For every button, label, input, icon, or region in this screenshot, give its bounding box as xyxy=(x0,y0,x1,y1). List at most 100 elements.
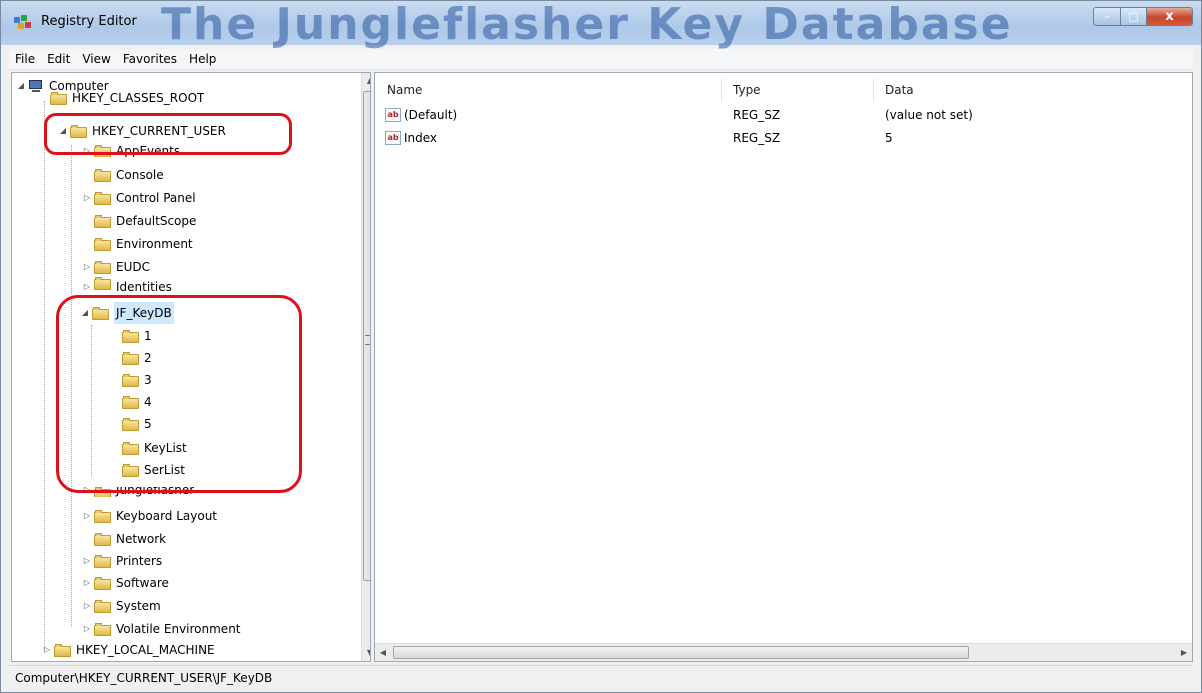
tree-node-hkey-classes-root[interactable]: HKEY_CLASSES_ROOT xyxy=(50,91,204,105)
folder-icon xyxy=(94,599,111,613)
tree-node-label: HKEY_CLASSES_ROOT xyxy=(72,91,205,105)
tree-node-label: Keyboard Layout xyxy=(116,509,218,523)
value-type: REG_SZ xyxy=(733,131,781,145)
tree-node-label: EUDC xyxy=(116,260,150,274)
expand-arrow-icon[interactable]: ▷ xyxy=(82,595,92,617)
highlight-box-jf-keydb xyxy=(56,295,302,493)
tree-vertical-scrollbar[interactable]: ▲ ▼ xyxy=(361,73,370,661)
menu-help[interactable]: Help xyxy=(189,52,216,66)
menu-file[interactable]: File xyxy=(15,52,35,66)
collapse-arrow-icon[interactable]: ◢ xyxy=(16,75,26,97)
folder-icon xyxy=(94,168,111,182)
expand-arrow-icon[interactable]: ▷ xyxy=(42,639,52,661)
column-divider[interactable] xyxy=(873,79,874,101)
tree-node-volatile-environment[interactable]: ▷ Volatile Environment xyxy=(82,618,241,640)
tree-node-system[interactable]: ▷ System xyxy=(82,595,161,617)
tree-node-hkey-local-machine[interactable]: ▷ HKEY_LOCAL_MACHINE xyxy=(42,639,215,661)
tree-node-label: Control Panel xyxy=(116,191,196,205)
tree-node-console[interactable]: Console xyxy=(94,164,164,186)
tree-node-environment[interactable]: Environment xyxy=(94,233,193,255)
folder-icon xyxy=(94,237,111,251)
scroll-down-arrow-icon[interactable]: ▼ xyxy=(362,645,370,661)
tree-node-label: Identities xyxy=(116,280,172,293)
value-name: Index xyxy=(404,131,438,145)
maximize-button[interactable]: □ xyxy=(1121,7,1147,26)
close-button[interactable]: x xyxy=(1147,7,1193,26)
folder-icon xyxy=(94,576,111,590)
scroll-up-arrow-icon[interactable]: ▲ xyxy=(362,73,370,89)
folder-icon xyxy=(50,91,67,105)
scroll-grip-icon xyxy=(365,335,370,345)
folder-icon xyxy=(94,191,111,205)
expand-arrow-icon[interactable]: ▷ xyxy=(82,277,92,293)
status-bar: Computer\HKEY_CURRENT_USER\JF_KeyDB xyxy=(9,665,1193,689)
tree-node-eudc[interactable]: ▷ EUDC xyxy=(82,256,150,278)
value-type: REG_SZ xyxy=(733,108,781,122)
highlight-box-hkey-current-user xyxy=(44,113,292,155)
close-icon: x xyxy=(1165,9,1174,24)
expand-arrow-icon[interactable]: ▷ xyxy=(82,505,92,527)
expand-arrow-icon[interactable]: ▷ xyxy=(82,256,92,278)
value-data: (value not set) xyxy=(885,108,973,122)
column-header-data[interactable]: Data xyxy=(885,83,914,97)
registry-app-icon xyxy=(14,15,31,29)
tree-node-identities[interactable]: ▷ Identities xyxy=(82,277,172,293)
menu-bar: File Edit View Favorites Help xyxy=(9,49,1193,70)
value-name: (Default) xyxy=(404,108,458,122)
tree-node-network[interactable]: Network xyxy=(94,528,166,550)
menu-favorites[interactable]: Favorites xyxy=(123,52,177,66)
key-tree-pane[interactable]: ◢ Computer HKEY_CLASSES_ROOT ◢ HKEY_CURR… xyxy=(11,72,371,662)
minimize-button[interactable]: – xyxy=(1093,7,1121,26)
tree-node-label: HKEY_LOCAL_MACHINE xyxy=(76,643,215,657)
menu-edit[interactable]: Edit xyxy=(47,52,70,66)
column-divider[interactable] xyxy=(721,79,722,101)
list-item[interactable]: ab Index REG_SZ 5 xyxy=(385,128,1175,148)
tree-node-label: Volatile Environment xyxy=(116,622,241,636)
list-horizontal-scrollbar[interactable]: ◀ ▶ xyxy=(375,643,1192,661)
scrollbar-thumb[interactable] xyxy=(393,646,969,659)
window-controls: – □ x xyxy=(1093,7,1193,27)
folder-icon xyxy=(94,622,111,636)
expand-arrow-icon[interactable]: ▷ xyxy=(82,572,92,594)
expand-arrow-icon[interactable]: ▷ xyxy=(82,618,92,640)
status-path: Computer\HKEY_CURRENT_USER\JF_KeyDB xyxy=(15,671,273,685)
values-list-pane[interactable]: Name Type Data ab (Default) REG_SZ (valu… xyxy=(374,72,1193,662)
folder-icon xyxy=(94,277,111,290)
title-bar[interactable]: Registry Editor The Jungleflasher Key Da… xyxy=(1,0,1201,50)
string-value-icon: ab xyxy=(385,131,401,145)
tree-node-printers[interactable]: ▷ Printers xyxy=(82,550,162,572)
registry-editor-window: Registry Editor The Jungleflasher Key Da… xyxy=(0,0,1202,693)
tree-node-defaultscope[interactable]: DefaultScope xyxy=(94,210,196,232)
tree-node-software[interactable]: ▷ Software xyxy=(82,572,169,594)
maximize-icon: □ xyxy=(1128,10,1139,23)
folder-icon xyxy=(94,532,111,546)
tree-guide-line xyxy=(44,101,45,651)
tree-node-label: Printers xyxy=(116,554,163,568)
minimize-icon: – xyxy=(1104,10,1110,23)
folder-icon xyxy=(94,554,111,568)
menu-view[interactable]: View xyxy=(82,52,110,66)
tree-node-label: System xyxy=(116,599,161,613)
folder-icon xyxy=(94,260,111,274)
scroll-left-arrow-icon[interactable]: ◀ xyxy=(375,644,391,661)
value-data: 5 xyxy=(885,131,893,145)
column-header-name[interactable]: Name xyxy=(387,83,422,97)
tree-node-label: DefaultScope xyxy=(116,214,197,228)
expand-arrow-icon[interactable]: ▷ xyxy=(82,550,92,572)
tree-node-control-panel[interactable]: ▷ Control Panel xyxy=(82,187,196,209)
window-title: Registry Editor xyxy=(41,14,137,29)
folder-icon xyxy=(94,509,111,523)
tree-node-label: Software xyxy=(116,576,169,590)
computer-icon xyxy=(28,79,44,93)
expand-arrow-icon[interactable]: ▷ xyxy=(82,187,92,209)
tree-node-label: Network xyxy=(116,532,167,546)
string-value-icon: ab xyxy=(385,108,401,122)
tree-node-keyboard-layout[interactable]: ▷ Keyboard Layout xyxy=(82,505,217,527)
watermark-text: The Jungleflasher Key Database xyxy=(161,0,1013,50)
column-header-type[interactable]: Type xyxy=(733,83,761,97)
list-item[interactable]: ab (Default) REG_SZ (value not set) xyxy=(385,105,1175,125)
folder-icon xyxy=(54,643,71,657)
tree-node-label: Environment xyxy=(116,237,193,251)
scroll-right-arrow-icon[interactable]: ▶ xyxy=(1176,644,1192,661)
folder-icon xyxy=(94,214,111,228)
